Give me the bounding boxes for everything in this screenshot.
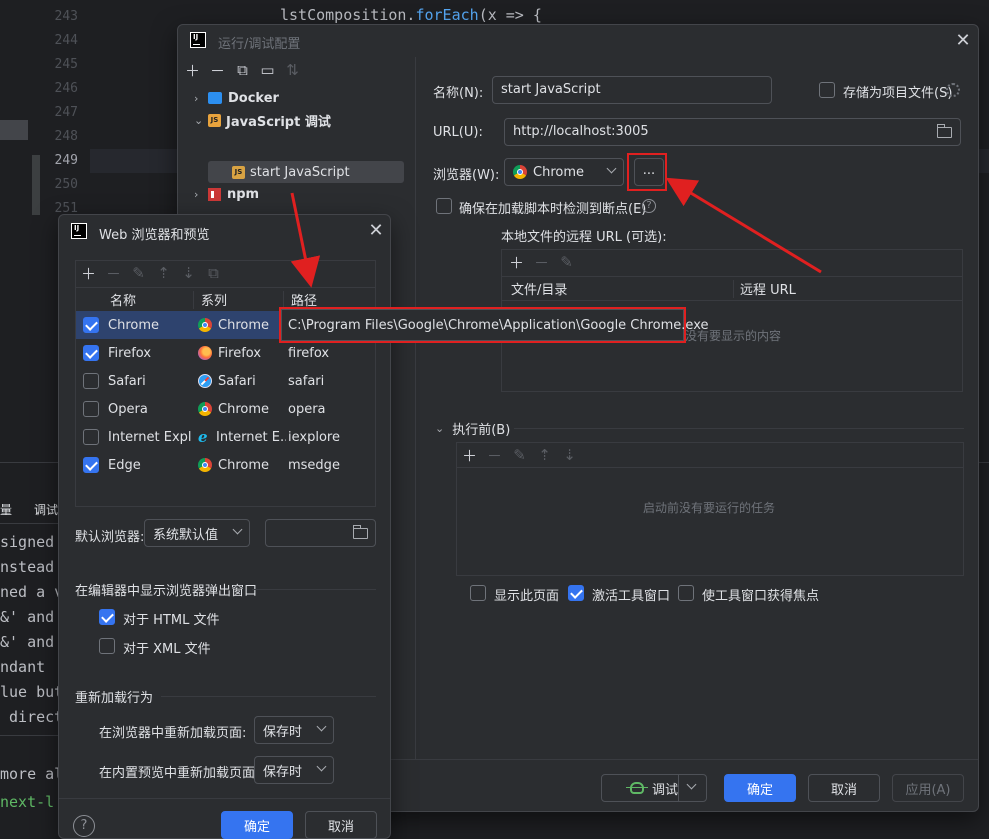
annotation-arrow-down (290, 192, 321, 288)
annotation-arrows (290, 177, 822, 288)
annotation-arrow-left (665, 177, 822, 274)
